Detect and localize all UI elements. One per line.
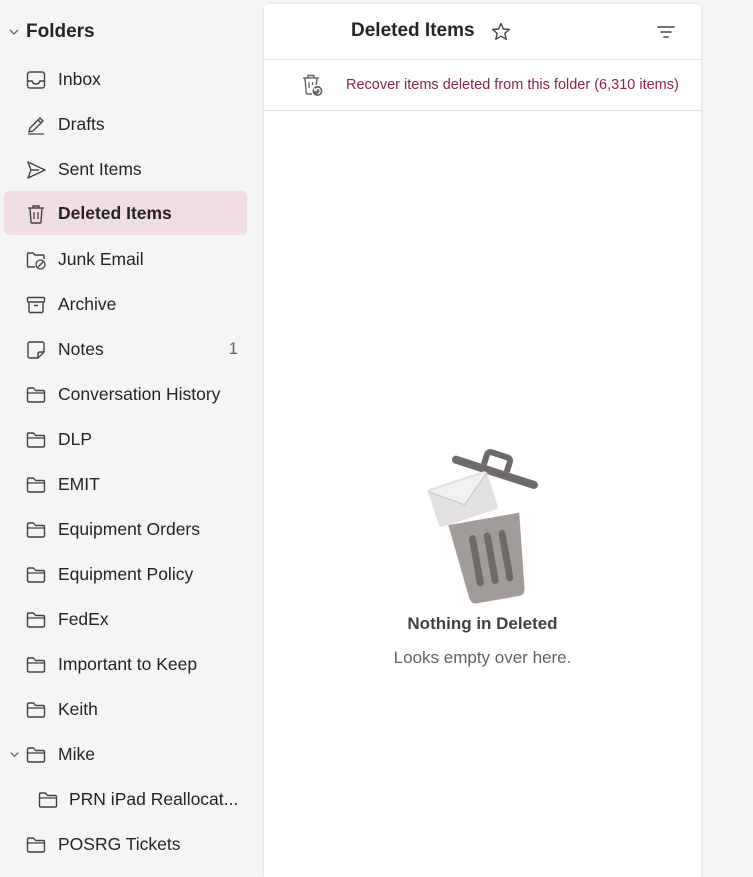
folder-title: Deleted Items [351, 20, 475, 41]
folder-label: Notes [58, 339, 104, 359]
folder-label: Mike [58, 744, 95, 764]
folder-icon [26, 477, 46, 493]
folder-label: Keith [58, 699, 98, 719]
chevron-down-icon[interactable] [8, 26, 20, 38]
folder-icon [26, 702, 46, 718]
folder-icon [26, 747, 46, 763]
empty-trash-illustration [427, 449, 538, 604]
folder-item-junk-email[interactable]: Junk Email [4, 237, 247, 281]
folder-icon [26, 657, 46, 673]
folder-item-equipment-orders[interactable]: Equipment Orders [4, 507, 247, 551]
folder-icon [26, 522, 46, 538]
folder-pane: Folders Inbox Drafts Sent Items Deleted … [0, 0, 252, 877]
folder-label: Equipment Orders [58, 519, 201, 539]
recover-deleted-items-link[interactable]: Recover items deleted from this folder (… [264, 60, 701, 111]
folder-item-sent-items[interactable]: Sent Items [4, 147, 247, 191]
folder-item-prn-ipad-reallocation[interactable]: PRN iPad Reallocat... [4, 777, 247, 821]
folder-item-notes[interactable]: Notes 1 [4, 327, 247, 371]
folder-label: POSRG Tickets [58, 834, 181, 854]
archive-icon [26, 296, 46, 314]
folder-label: Conversation History [58, 384, 221, 404]
empty-state-title: Nothing in Deleted [407, 614, 558, 633]
folder-item-mike[interactable]: Mike [4, 732, 247, 776]
folder-icon [38, 792, 58, 808]
folder-label: EMIT [58, 474, 100, 494]
inbox-icon [26, 71, 46, 89]
folder-label: Important to Keep [58, 654, 198, 674]
folder-label: Sent Items [58, 159, 142, 179]
folder-label: DLP [58, 429, 93, 449]
unread-count: 1 [228, 339, 238, 358]
send-icon [27, 161, 46, 179]
folder-item-inbox[interactable]: Inbox [4, 57, 247, 101]
folder-label: Deleted Items [58, 203, 172, 223]
folder-item-equipment-policy[interactable]: Equipment Policy [4, 552, 247, 596]
folder-label: Archive [58, 294, 117, 314]
note-icon [27, 341, 45, 359]
folder-icon [26, 837, 46, 853]
folder-icon [26, 567, 46, 583]
folder-item-dlp[interactable]: DLP [4, 417, 247, 461]
folder-icon [26, 612, 46, 628]
folder-item-drafts[interactable]: Drafts [4, 102, 247, 146]
chevron-down-icon[interactable] [9, 749, 20, 760]
pencil-icon [28, 117, 44, 135]
folder-item-conversation-history[interactable]: Conversation History [4, 372, 247, 416]
folder-label: Junk Email [58, 249, 144, 269]
folder-label: Inbox [58, 69, 101, 89]
folder-item-archive[interactable]: Archive [4, 282, 247, 326]
folder-label: Drafts [58, 114, 105, 134]
folder-item-keith[interactable]: Keith [4, 687, 247, 731]
folder-item-important-to-keep[interactable]: Important to Keep [4, 642, 247, 686]
folders-title: Folders [26, 21, 95, 42]
folder-label: Equipment Policy [58, 564, 194, 584]
junk-folder-icon [26, 252, 46, 270]
star-icon[interactable] [490, 21, 512, 43]
folder-label: FedEx [58, 609, 109, 629]
filter-icon[interactable] [656, 23, 676, 41]
folder-item-deleted-items[interactable]: Deleted Items [4, 191, 247, 235]
folder-icon [26, 432, 46, 448]
folder-label: PRN iPad Reallocat... [69, 789, 239, 809]
folders-header[interactable]: Folders [0, 14, 252, 50]
folder-icon [26, 387, 46, 403]
folder-item-posrg-tickets[interactable]: POSRG Tickets [4, 822, 247, 866]
folder-item-emit[interactable]: EMIT [4, 462, 247, 506]
message-list-pane: Deleted Items Recover items deleted from… [264, 4, 701, 877]
folder-item-fedex[interactable]: FedEx [4, 597, 247, 641]
recover-text: Recover items deleted from this folder (… [346, 77, 679, 93]
trash-icon [28, 205, 44, 224]
empty-state-subtitle: Looks empty over here. [393, 648, 572, 667]
recover-trash-icon [303, 74, 323, 96]
message-list-header: Deleted Items [264, 4, 701, 60]
